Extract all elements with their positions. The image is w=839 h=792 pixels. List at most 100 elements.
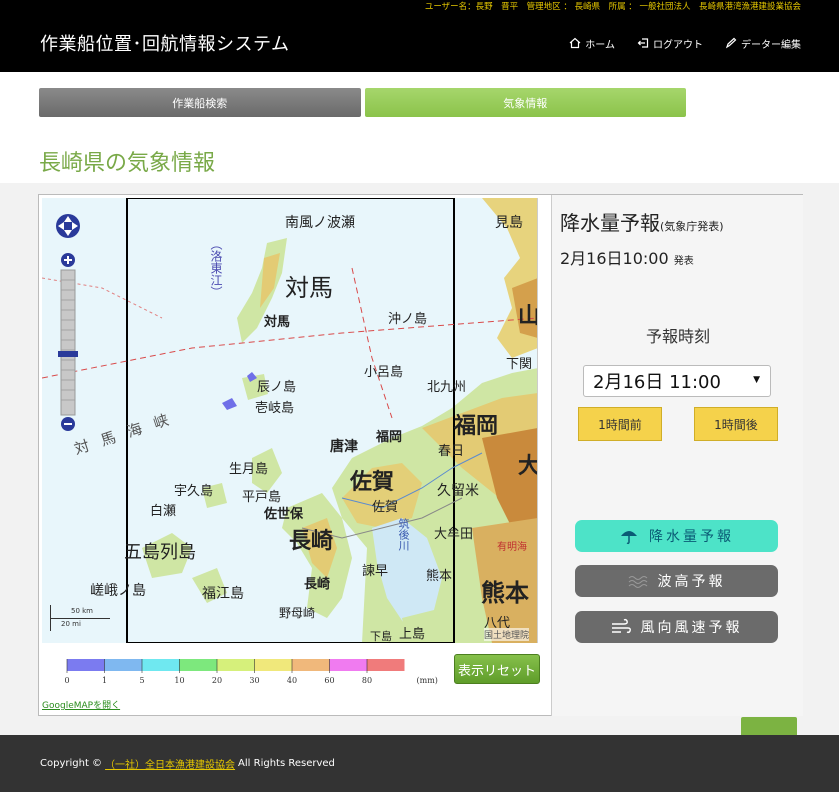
- wind-icon: [611, 618, 631, 634]
- legend-swatch: [329, 659, 367, 671]
- nav-home[interactable]: ホーム: [569, 36, 615, 51]
- copyright-prefix: Copyright ©: [40, 758, 103, 769]
- map-label-kasuga: 春日: [438, 444, 465, 459]
- wave-icon: [628, 576, 647, 588]
- logout-icon: [637, 38, 649, 48]
- wind-forecast-label: 風向風速予報: [640, 620, 743, 636]
- nav-home-label: ホーム: [585, 39, 615, 51]
- tab-weather[interactable]: 気象情報: [364, 88, 686, 117]
- wave-forecast-button[interactable]: 波高予報: [575, 565, 778, 597]
- legend-tick-label: 0: [64, 676, 69, 685]
- map-label-shimoshima: 下島: [370, 630, 392, 643]
- map-credit: 国土地理院: [484, 628, 530, 641]
- nav-data-edit-label: データー編集: [741, 39, 801, 51]
- reset-view-button[interactable]: 表示リセット: [454, 654, 540, 684]
- scale-km: 50 km: [50, 605, 110, 619]
- page-title: 長崎県の気象情報: [39, 151, 216, 176]
- open-google-map-link[interactable]: GoogleMAPを開く: [42, 698, 120, 711]
- map-label-tsushima-point: 対馬: [264, 315, 291, 330]
- copyright-rights: All Rights Reserved: [238, 758, 335, 769]
- map-label-saga-big: 佐賀: [350, 470, 395, 495]
- map-label-nagasaki-big: 長崎: [289, 529, 334, 554]
- forecast-sidebar: 降水量予報(気象庁発表) 2月16日10:00 発表 予報時刻 2月16日 11…: [551, 195, 803, 716]
- map-label-okinoshima: 沖ノ島: [388, 312, 428, 327]
- rain-forecast-label: 降水量予報: [649, 529, 734, 545]
- forecast-time-select[interactable]: 2月16日 11:00 ▼: [583, 365, 771, 397]
- tab-vessel-search[interactable]: 作業船検索: [39, 88, 361, 117]
- legend-tick-label: 60: [324, 676, 334, 685]
- header-nav: ホーム ログアウト データー編集: [569, 36, 801, 51]
- chevron-down-icon: ▼: [753, 375, 760, 385]
- forecast-title-note: (気象庁発表): [660, 220, 724, 233]
- legend-swatch: [292, 659, 330, 671]
- map-scale: 50 km 20 mi: [50, 605, 110, 631]
- map-label-chikugo: 筑後川: [397, 518, 410, 551]
- map-label-ikitsukishima: 生月島: [229, 462, 269, 477]
- weather-map[interactable]: 南風ノ波瀬 見島 対馬 対馬 沖ノ島 小呂島 北九州 下関 辰ノ島 壱岐島 福岡…: [42, 198, 538, 643]
- legend-swatch: [367, 659, 405, 671]
- rain-forecast-button[interactable]: 降水量予報: [575, 520, 778, 552]
- wave-forecast-label: 波高予報: [657, 574, 726, 590]
- header: 作業船位置･回航情報システム ホーム ログアウト データー編集: [0, 14, 839, 72]
- map-label-oita-partial: 大: [518, 454, 538, 479]
- map-label-kitakyushu: 北九州: [427, 380, 467, 395]
- weather-panel: 南風ノ波瀬 見島 対馬 対馬 沖ノ島 小呂島 北九州 下関 辰ノ島 壱岐島 福岡…: [38, 194, 803, 716]
- forecast-time-value: 2月16日 11:00: [593, 372, 721, 393]
- legend-tick-label: 20: [212, 676, 222, 685]
- app-title: 作業船位置･回航情報システム: [40, 34, 290, 55]
- map-label-rakuto: （洛東江）: [209, 238, 223, 298]
- legend-swatch: [67, 659, 105, 671]
- map-label-shirase: 白瀬: [150, 504, 177, 519]
- map-label-kumamoto-big: 熊本: [481, 579, 529, 607]
- nav-logout-label: ログアウト: [653, 39, 703, 51]
- map-label-omuta: 大牟田: [434, 527, 474, 542]
- org-link[interactable]: （一社）全日本漁港建設協会: [105, 756, 235, 771]
- map-label-nagasaki-point: 長崎: [304, 577, 331, 592]
- forecast-time-label: 予報時刻: [645, 327, 710, 346]
- map-label-kurume: 久留米: [437, 483, 479, 499]
- previous-hour-button[interactable]: 1時間前: [578, 407, 662, 441]
- map-label-nomozaki: 野母崎: [279, 606, 316, 620]
- zoom-control[interactable]: [52, 206, 84, 436]
- issued-suffix: 発表: [673, 256, 694, 267]
- legend-tick-label: 10: [174, 676, 184, 685]
- map-label-tsushima-big: 対馬: [285, 274, 333, 302]
- legend-swatch: [254, 659, 292, 671]
- scale-mi: 20 mi: [50, 619, 110, 631]
- forecast-title-main: 降水量予報: [560, 211, 660, 235]
- legend-swatch: [104, 659, 142, 671]
- legend-tick-label: 40: [287, 676, 297, 685]
- main-tabs: 作業船検索 気象情報: [39, 88, 686, 117]
- map-label-shimonoseki: 下関: [506, 357, 533, 372]
- next-hour-button[interactable]: 1時間後: [694, 407, 778, 441]
- map-label-kumamoto-point: 熊本: [426, 569, 453, 584]
- map-label-karatsu: 唐津: [330, 439, 358, 455]
- legend-tick-label: 5: [139, 676, 144, 685]
- map-label-saga-point: 佐賀: [372, 500, 399, 515]
- legend-swatch: [142, 659, 180, 671]
- issued-time: 2月16日10:00 発表: [560, 245, 694, 269]
- map-label-minami-konose: 南風ノ波瀬: [285, 215, 355, 231]
- legend-swatch: [217, 659, 255, 671]
- map-label-tatsunoshima: 辰ノ島: [257, 380, 297, 395]
- map-label-oroshima: 小呂島: [364, 365, 404, 380]
- map-label-yama-partial: 山: [518, 304, 538, 329]
- umbrella-icon: [621, 531, 637, 545]
- nav-data-edit[interactable]: データー編集: [725, 36, 801, 51]
- user-info-bar: ユーザー名：長野 晋平 管理地区 ： 長崎県 所属 ： 一般社団法人 長崎県港湾…: [0, 0, 839, 14]
- legend-tick-label: 30: [249, 676, 259, 685]
- forecast-title: 降水量予報(気象庁発表): [560, 207, 724, 236]
- nav-logout[interactable]: ログアウト: [637, 36, 703, 51]
- map-label-fukuoka-big: 福岡: [454, 414, 499, 439]
- wind-forecast-button[interactable]: 風向風速予報: [575, 611, 778, 643]
- home-icon: [569, 37, 581, 49]
- map-label-mishima: 見島: [495, 215, 523, 231]
- map-label-goto: 五島列島: [124, 542, 196, 563]
- legend-tick-label: 80: [362, 676, 372, 685]
- map-label-kamishima: 上島: [399, 627, 426, 642]
- legend-swatch: [179, 659, 217, 671]
- pencil-icon: [725, 37, 737, 49]
- map-label-fukue: 福江島: [202, 586, 244, 602]
- map-label-ikishima: 壱岐島: [255, 401, 295, 416]
- map-label-fukuoka-point: 福岡: [376, 430, 403, 445]
